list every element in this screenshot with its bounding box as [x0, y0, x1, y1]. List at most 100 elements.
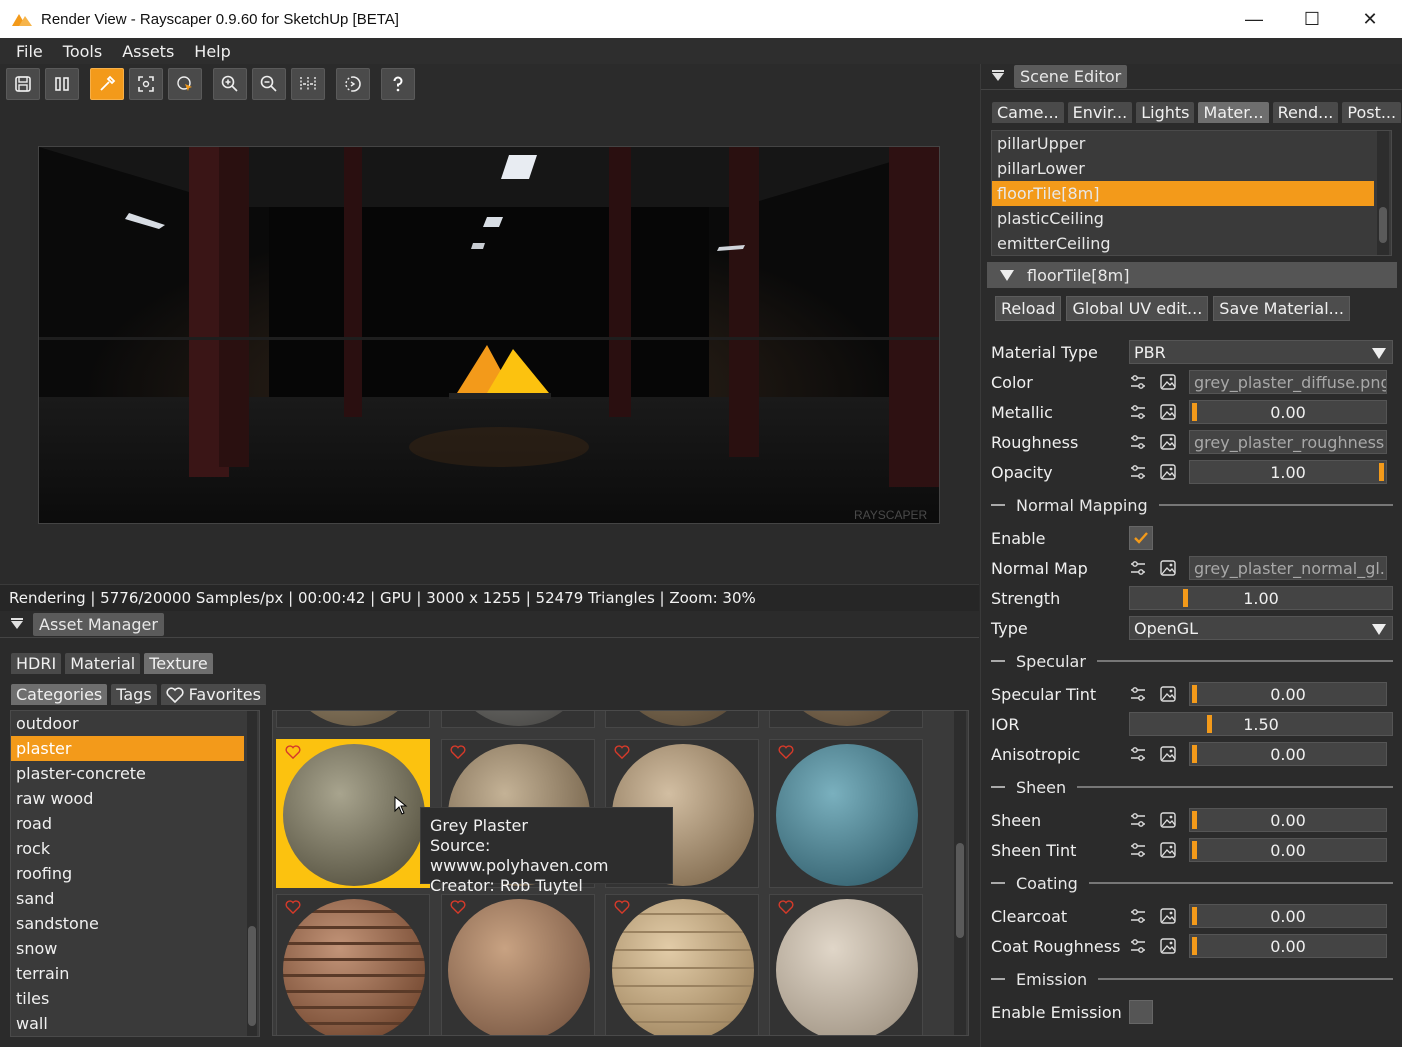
menu-tools[interactable]: Tools	[53, 42, 112, 61]
specular-tint-slider[interactable]: 0.00	[1189, 682, 1387, 706]
list-item[interactable]: plasticCeiling	[992, 206, 1374, 231]
eyedropper-button[interactable]	[90, 68, 124, 100]
maximize-button[interactable]: ☐	[1283, 0, 1341, 38]
texture-tile[interactable]	[605, 711, 759, 728]
list-item[interactable]: terrain	[11, 961, 244, 986]
list-item[interactable]: sand	[11, 886, 244, 911]
slider-handle[interactable]	[1192, 907, 1197, 925]
tab-render[interactable]: Rend...	[1272, 102, 1339, 123]
texture-tile[interactable]	[769, 739, 923, 888]
list-item[interactable]: emitterCeiling	[992, 231, 1374, 255]
collapse-icon[interactable]	[11, 617, 23, 629]
tab-categories[interactable]: Categories	[11, 684, 108, 705]
list-item[interactable]: pillarUpper	[992, 131, 1374, 156]
sheen-texture-button[interactable]	[1159, 809, 1189, 831]
menu-file[interactable]: File	[0, 42, 53, 61]
normal-map-adjust-button[interactable]	[1129, 557, 1159, 579]
pause-button[interactable]	[45, 68, 79, 100]
expand-icon[interactable]	[1000, 269, 1014, 281]
anisotropic-slider[interactable]: 0.00	[1189, 742, 1387, 766]
tab-post[interactable]: Post...	[1342, 102, 1402, 123]
menu-help[interactable]: Help	[184, 42, 240, 61]
sheen-slider[interactable]: 0.00	[1189, 808, 1387, 832]
texture-tile[interactable]	[605, 894, 759, 1035]
specular-tint-texture-button[interactable]	[1159, 683, 1189, 705]
slider-handle[interactable]	[1207, 715, 1212, 733]
favorite-heart-icon[interactable]	[778, 745, 794, 759]
help-button[interactable]	[381, 68, 415, 100]
tab-texture[interactable]: Texture	[144, 653, 213, 674]
opacity-slider[interactable]: 1.00	[1189, 460, 1387, 484]
favorite-heart-icon[interactable]	[285, 900, 301, 914]
roughness-texture-button[interactable]	[1159, 431, 1189, 453]
list-item[interactable]: rock	[11, 836, 244, 861]
global-uv-edit-button[interactable]: Global UV edit...	[1066, 296, 1209, 321]
tab-lights[interactable]: Lights	[1136, 102, 1195, 123]
list-item[interactable]: pillarLower	[992, 156, 1374, 181]
sheen-tint-slider[interactable]: 0.00	[1189, 838, 1387, 862]
slider-handle[interactable]	[1192, 745, 1197, 763]
favorite-heart-icon[interactable]	[285, 745, 301, 759]
ior-slider[interactable]: 1.50	[1129, 712, 1393, 736]
menu-assets[interactable]: Assets	[112, 42, 184, 61]
list-item[interactable]: raw wood	[11, 786, 244, 811]
texture-tile[interactable]	[441, 894, 595, 1035]
tab-camera[interactable]: Came...	[992, 102, 1064, 123]
enable-emission-checkbox[interactable]	[1129, 1000, 1153, 1024]
tab-material[interactable]: Material	[65, 653, 141, 674]
clearcoat-slider[interactable]: 0.00	[1189, 904, 1387, 928]
collapse-icon[interactable]	[992, 69, 1004, 81]
opacity-texture-button[interactable]	[1159, 461, 1189, 483]
favorite-heart-icon[interactable]	[450, 900, 466, 914]
slider-handle[interactable]	[1183, 589, 1188, 607]
favorite-heart-icon[interactable]	[614, 900, 630, 914]
color-texture-field[interactable]: grey_plaster_diffuse.png	[1189, 370, 1387, 394]
zoom-out-button[interactable]	[252, 68, 286, 100]
metallic-texture-button[interactable]	[1159, 401, 1189, 423]
list-item[interactable]: tiles	[11, 986, 244, 1011]
list-item[interactable]: plaster	[11, 736, 244, 761]
tab-hdri[interactable]: HDRI	[11, 653, 62, 674]
anisotropic-texture-button[interactable]	[1159, 743, 1189, 765]
category-scrollbar[interactable]	[247, 711, 257, 1036]
save-image-button[interactable]	[6, 68, 40, 100]
slider-handle[interactable]	[1379, 463, 1384, 481]
list-item[interactable]: roofing	[11, 861, 244, 886]
favorite-heart-icon[interactable]	[778, 900, 794, 914]
color-texture-button[interactable]	[1159, 371, 1189, 393]
clearcoat-texture-button[interactable]	[1159, 905, 1189, 927]
normal-enable-checkbox[interactable]	[1129, 526, 1153, 550]
list-item[interactable]: plaster-concrete	[11, 761, 244, 786]
favorite-heart-icon[interactable]	[614, 745, 630, 759]
tab-environment[interactable]: Envir...	[1067, 102, 1133, 123]
fit-view-button[interactable]	[291, 68, 325, 100]
slider-handle[interactable]	[1192, 811, 1197, 829]
texture-tile[interactable]	[769, 894, 923, 1035]
texture-tile-grey-plaster[interactable]	[276, 739, 430, 888]
list-item[interactable]: snow	[11, 936, 244, 961]
strength-slider[interactable]: 1.00	[1129, 586, 1393, 610]
minimize-button[interactable]: —	[1225, 0, 1283, 38]
slider-handle[interactable]	[1192, 685, 1197, 703]
texture-tile[interactable]	[769, 711, 923, 728]
list-item[interactable]: wall	[11, 1011, 244, 1036]
sheen-tint-adjust-button[interactable]	[1129, 839, 1159, 861]
tab-materials[interactable]: Mater...	[1198, 102, 1269, 123]
favorite-heart-icon[interactable]	[450, 745, 466, 759]
texture-grid-scrollbar[interactable]	[954, 711, 966, 1035]
slider-handle[interactable]	[1192, 937, 1197, 955]
anisotropic-adjust-button[interactable]	[1129, 743, 1159, 765]
material-list[interactable]: pillarUpper pillarLower floorTile[8m] pl…	[991, 130, 1392, 256]
scrollbar-thumb[interactable]	[956, 843, 964, 938]
slider-handle[interactable]	[1192, 403, 1197, 421]
metallic-slider[interactable]: 0.00	[1189, 400, 1387, 424]
normal-map-field[interactable]: grey_plaster_normal_gl.png	[1189, 556, 1387, 580]
coat-roughness-slider[interactable]: 0.00	[1189, 934, 1387, 958]
slider-handle[interactable]	[1192, 841, 1197, 859]
scrollbar-thumb[interactable]	[248, 926, 256, 1026]
opacity-adjust-button[interactable]	[1129, 461, 1159, 483]
texture-tile[interactable]	[276, 711, 430, 728]
focus-button[interactable]	[129, 68, 163, 100]
material-section-header[interactable]: floorTile[8m]	[987, 262, 1397, 288]
list-item[interactable]: road	[11, 811, 244, 836]
